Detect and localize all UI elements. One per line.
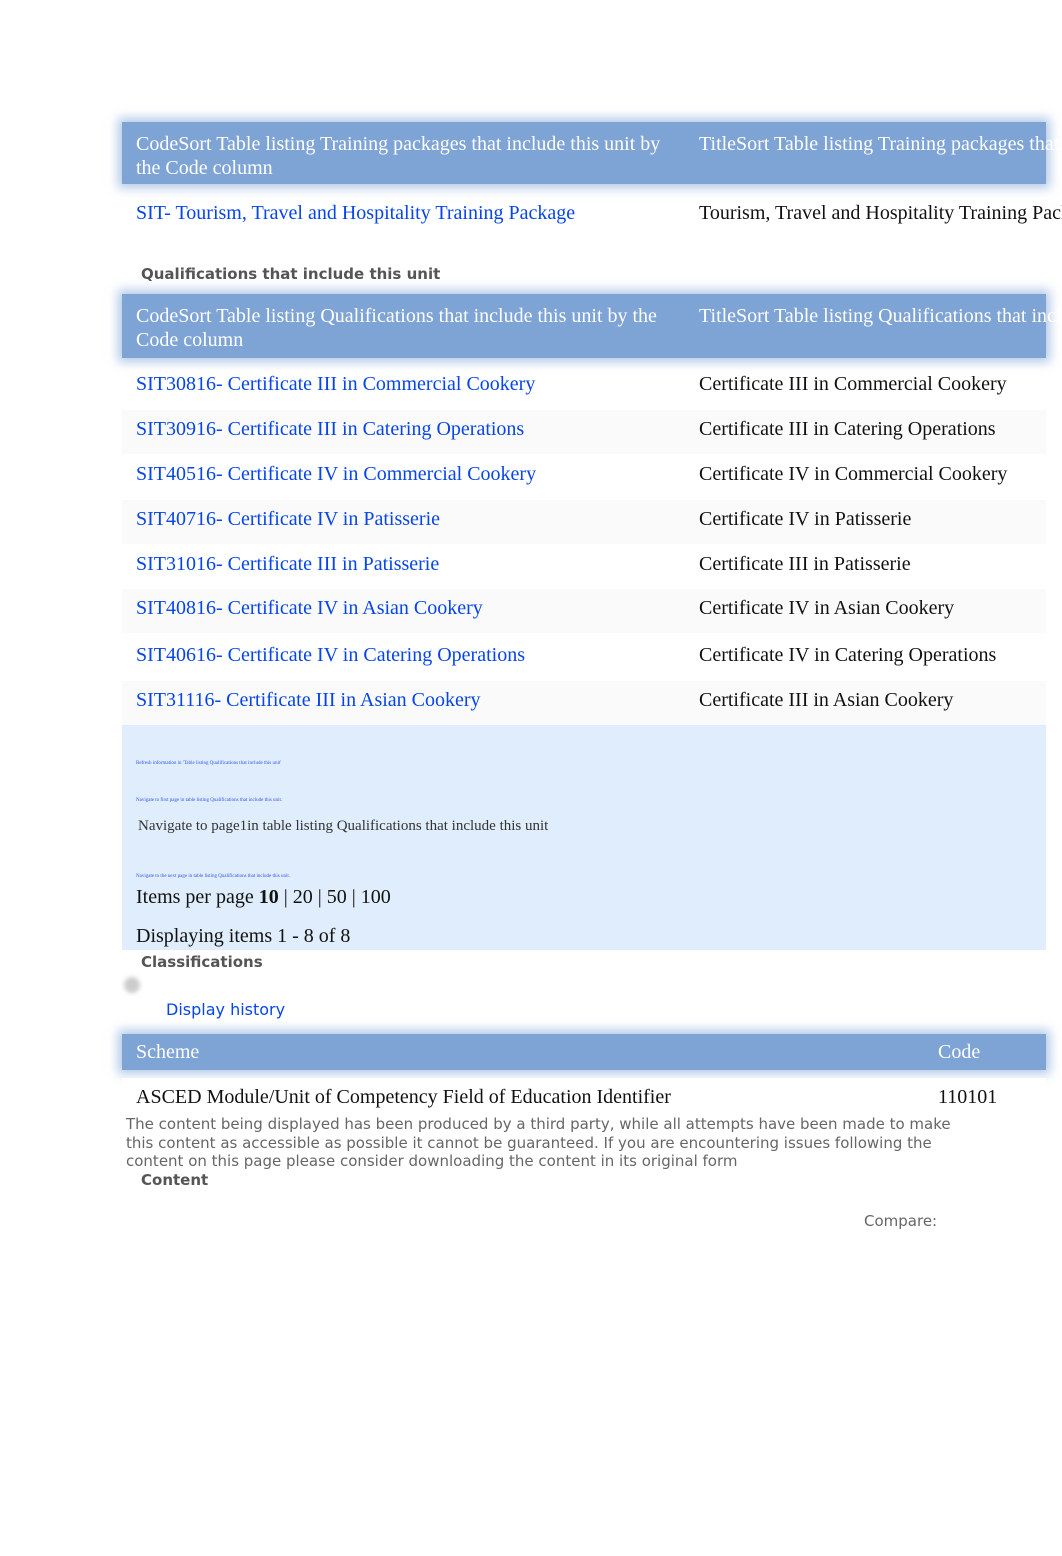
sort-by-title-button[interactable]: TitleSort Table listing Training package… [699,132,1059,156]
compare-label: Compare: [864,1212,938,1230]
table-row: SIT40516- Certificate IV in Commercial C… [122,455,1046,499]
qualification-link[interactable]: SIT30816- Certificate III in Commercial … [136,373,535,396]
items-per-page-label: Items per page [136,886,254,908]
qualification-title: Certificate III in Commercial Cookery [699,373,1007,395]
training-packages-header: CodeSort Table listing Training packages… [122,122,1059,184]
sort-by-code-button[interactable]: CodeSort Table listing Training packages… [136,132,676,180]
qualifications-header: CodeSort Table listing Qualifications th… [122,294,1059,358]
items-per-page: Items per page 10 | 20 | 50 | 100 [136,886,391,908]
qualifications-table-body: SIT30816- Certificate III in Commercial … [0,365,1062,725]
qualification-title: Certificate IV in Patisserie [699,508,912,530]
table-row: SIT30916- Certificate III in Catering Op… [122,410,1046,454]
table-row: SIT- Tourism, Travel and Hospitality Tra… [122,194,1062,238]
section-title-classifications: Classifications [141,953,263,971]
qualification-title: Certificate IV in Asian Cookery [699,597,955,619]
qualification-title: Certificate III in Asian Cookery [699,689,954,711]
first-page-link[interactable]: Navigate to first page in table listing … [136,798,282,803]
qualification-link[interactable]: SIT40616- Certificate IV in Catering Ope… [136,644,525,667]
qualifications-pager [122,725,1046,950]
qualification-link[interactable]: SIT30916- Certificate III in Catering Op… [136,418,524,441]
sort-by-code-button[interactable]: CodeSort Table listing Qualifications th… [136,304,676,352]
training-package-title: Tourism, Travel and Hospitality Training… [699,202,1062,224]
displaying-items: Displaying items 1 - 8 of 8 [136,925,351,947]
table-row: SIT31016- Certificate III in Patisserie C… [122,545,1046,589]
qualification-link[interactable]: SIT31016- Certificate III in Patisserie [136,553,439,576]
scheme-cell: ASCED Module/Unit of Competency Field of… [136,1086,671,1108]
qualification-link[interactable]: SIT40716- Certificate IV in Patisserie [136,508,440,531]
classifications-header: Scheme Code [122,1034,1046,1070]
table-row: SIT30816- Certificate III in Commercial … [122,365,1046,409]
training-package-link[interactable]: SIT- Tourism, Travel and Hospitality Tra… [136,202,575,225]
table-row: SIT40816- Certificate IV in Asian Cooker… [122,589,1046,633]
items-per-page-10[interactable]: 10 [259,886,279,908]
disclaimer-text: The content being displayed has been pro… [126,1115,951,1170]
refresh-link[interactable]: Refresh information in 'Table listing Qu… [136,761,281,766]
items-per-page-20[interactable]: 20 [293,886,313,908]
qualification-title: Certificate III in Patisserie [699,553,911,575]
code-header[interactable]: Code [938,1040,1062,1064]
table-row: SIT40716- Certificate IV in Patisserie Ce… [122,500,1046,544]
scheme-header[interactable]: Scheme [136,1040,676,1064]
next-page-link[interactable]: Navigate to the next page in table listi… [136,874,290,879]
qualification-title: Certificate IV in Catering Operations [699,644,997,666]
items-per-page-100[interactable]: 100 [361,886,391,908]
qualification-link[interactable]: SIT40516- Certificate IV in Commercial C… [136,463,536,486]
display-history-link[interactable]: Display history [166,1000,285,1019]
expand-icon[interactable] [124,977,140,993]
qualification-title: Certificate III in Catering Operations [699,418,996,440]
section-title-content: Content [141,1171,209,1189]
qualification-title: Certificate IV in Commercial Cookery [699,463,1008,485]
page-1-link[interactable]: Navigate to page1in table listing Qualif… [138,818,548,835]
items-per-page-50[interactable]: 50 [327,886,347,908]
qualification-link[interactable]: SIT40816- Certificate IV in Asian Cooker… [136,597,483,620]
code-cell: 110101 [938,1086,998,1108]
section-title-qualifications: Qualifications that include this unit [141,265,441,283]
qualification-link[interactable]: SIT31116- Certificate III in Asian Cooke… [136,689,481,712]
table-row: SIT40616- Certificate IV in Catering Ope… [122,636,1046,680]
sort-by-title-button[interactable]: TitleSort Table listing Qualifications t… [699,304,1059,328]
table-row: SIT31116- Certificate III in Asian Cooke… [122,681,1046,725]
